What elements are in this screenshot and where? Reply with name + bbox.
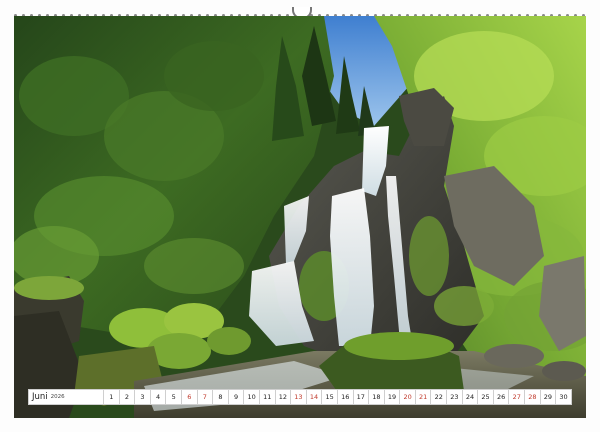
- day-cell: 3: [135, 389, 151, 405]
- day-cell: 10: [244, 389, 260, 405]
- day-cell: 27: [509, 389, 526, 405]
- day-cell: 26: [493, 389, 510, 405]
- day-cell: 16: [337, 389, 354, 405]
- month-name: Juni: [32, 392, 48, 402]
- day-cell: 28: [525, 389, 541, 405]
- day-cell: 7: [197, 389, 214, 405]
- day-cell: 1: [104, 389, 120, 405]
- waterfall-scene: [14, 16, 586, 418]
- day-cell: 18: [369, 389, 385, 405]
- day-cell: 12: [275, 389, 292, 405]
- day-cell: 24: [462, 389, 479, 405]
- day-cell: 23: [447, 389, 463, 405]
- day-cell: 14: [306, 389, 323, 405]
- day-cell: 17: [353, 389, 370, 405]
- day-cell: 2: [119, 389, 136, 405]
- day-cell: 5: [166, 389, 182, 405]
- day-cell: 13: [291, 389, 307, 405]
- day-cell: 20: [400, 389, 416, 405]
- day-cell: 25: [478, 389, 494, 405]
- day-cell: 6: [181, 389, 198, 405]
- day-cell: 9: [228, 389, 245, 405]
- calendar-page: Juni 2026 1 2 3 4 5 6 7 8 9 10 11 12 13 14 15 16 17 18 19 2…: [0, 0, 600, 432]
- day-list: 1 2 3 4 5 6 7 8 9 10 11 12 13 14 15 16 17 18 19 20 21 22 23 24 2…: [104, 389, 572, 405]
- day-cell: 11: [259, 389, 276, 405]
- day-cell: 19: [384, 389, 401, 405]
- day-cell: 8: [213, 389, 229, 405]
- day-cell: 29: [540, 389, 557, 405]
- day-cell: 30: [556, 389, 572, 405]
- waterfall-photo: [14, 16, 586, 418]
- month-label: Juni 2026: [28, 389, 104, 405]
- year-label: 2026: [50, 394, 65, 400]
- day-cell: 4: [150, 389, 167, 405]
- calendar-strip: Juni 2026 1 2 3 4 5 6 7 8 9 10 11 12 13 14 15 16 17 18 19 2…: [28, 389, 572, 405]
- day-cell: 22: [431, 389, 448, 405]
- day-cell: 21: [415, 389, 432, 405]
- day-cell: 15: [322, 389, 338, 405]
